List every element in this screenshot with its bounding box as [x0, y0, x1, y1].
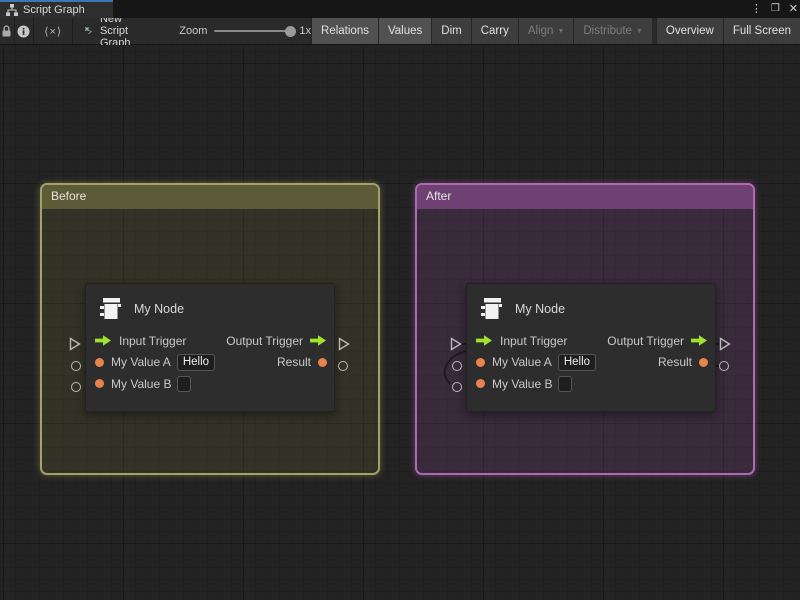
value-input-port[interactable] — [95, 358, 104, 367]
value-input-port[interactable] — [476, 379, 485, 388]
script-graph-window: Script Graph ⋮ ❒ ✕ ⟨×⟩ — [0, 0, 800, 600]
port-row-value-a: My Value A Hello Result — [467, 352, 715, 374]
lock-icon — [1, 25, 12, 37]
port-row-trigger: Input Trigger Output Trigger — [86, 330, 334, 352]
toolbar-buttons: Relations Values Dim Carry Align ▼ Distr… — [311, 18, 800, 44]
info-button[interactable] — [15, 18, 34, 44]
distribute-dropdown[interactable]: Distribute ▼ — [573, 18, 652, 44]
port-row-value-a: My Value A Hello Result — [86, 352, 334, 374]
flow-output-port[interactable] — [691, 335, 708, 346]
lock-button[interactable] — [0, 18, 15, 44]
values-toggle[interactable]: Values — [378, 18, 431, 44]
zoom-slider[interactable] — [214, 30, 292, 32]
edge-value-port[interactable] — [338, 361, 348, 371]
chevron-down-icon: ▼ — [557, 28, 564, 35]
value-b-input[interactable] — [177, 376, 191, 392]
value-input-port[interactable] — [95, 379, 104, 388]
graph-icon — [6, 4, 18, 16]
tab-title: Script Graph — [23, 4, 85, 16]
group-label[interactable]: After — [417, 185, 753, 209]
node-my-node-before[interactable]: My Node Input Trigger Output Trigger — [85, 283, 335, 412]
edge-value-port[interactable] — [719, 361, 729, 371]
graph-toolbar: ⟨×⟩ New Script Graph Zoom 1x Relations V… — [0, 18, 800, 45]
edge-value-port[interactable] — [452, 382, 462, 392]
value-b-input[interactable] — [558, 376, 572, 392]
edge-value-port[interactable] — [452, 361, 462, 371]
zoom-value: 1x — [299, 25, 311, 37]
zoom-label: Zoom — [179, 25, 207, 37]
info-icon — [17, 25, 30, 38]
chevron-down-icon: ▼ — [636, 28, 643, 35]
graph-title: New Script Graph — [100, 13, 149, 49]
group-label[interactable]: Before — [42, 185, 378, 209]
node-title: My Node — [515, 302, 565, 316]
align-dropdown[interactable]: Align ▼ — [518, 18, 574, 44]
window-menu-icon[interactable]: ⋮ — [751, 0, 762, 18]
node-title: My Node — [134, 302, 184, 316]
port-row-value-b: My Value B — [86, 373, 334, 395]
script-graph-asset-icon — [85, 24, 94, 38]
graph-name: New Script Graph — [79, 18, 155, 44]
maximize-icon[interactable]: ❒ — [771, 0, 780, 18]
node-my-node-after[interactable]: My Node Input Trigger Output Trigger — [466, 283, 716, 412]
edge-value-port[interactable] — [71, 361, 81, 371]
title-bar: Script Graph ⋮ ❒ ✕ — [0, 0, 800, 18]
edge-flow-port[interactable] — [450, 337, 462, 351]
hide-ports-button[interactable]: ⟨×⟩ — [34, 18, 74, 44]
port-row-trigger: Input Trigger Output Trigger — [467, 330, 715, 352]
zoom-slider-knob[interactable] — [285, 26, 296, 37]
edge-value-port[interactable] — [71, 382, 81, 392]
value-output-port[interactable] — [318, 358, 327, 367]
carry-toggle[interactable]: Carry — [471, 18, 518, 44]
full-screen-button[interactable]: Full Screen — [723, 18, 800, 44]
value-output-port[interactable] — [699, 358, 708, 367]
value-a-input[interactable]: Hello — [558, 354, 596, 371]
unit-icon — [478, 296, 505, 322]
edge-flow-port[interactable] — [338, 337, 350, 351]
angle-x-icon: ⟨×⟩ — [44, 25, 62, 38]
port-row-value-b: My Value B — [467, 373, 715, 395]
dim-toggle[interactable]: Dim — [431, 18, 470, 44]
value-a-input[interactable]: Hello — [177, 354, 215, 371]
flow-output-port[interactable] — [310, 335, 327, 346]
edge-flow-port[interactable] — [69, 337, 81, 351]
edge-flow-port[interactable] — [719, 337, 731, 351]
unit-icon — [97, 296, 124, 322]
value-input-port[interactable] — [476, 358, 485, 367]
flow-input-port[interactable] — [476, 335, 493, 346]
tab-script-graph[interactable]: Script Graph — [0, 0, 113, 18]
flow-input-port[interactable] — [95, 335, 112, 346]
graph-canvas[interactable]: Before After — [0, 45, 800, 600]
relations-toggle[interactable]: Relations — [311, 18, 378, 44]
overview-button[interactable]: Overview — [656, 18, 723, 44]
close-icon[interactable]: ✕ — [789, 0, 798, 18]
